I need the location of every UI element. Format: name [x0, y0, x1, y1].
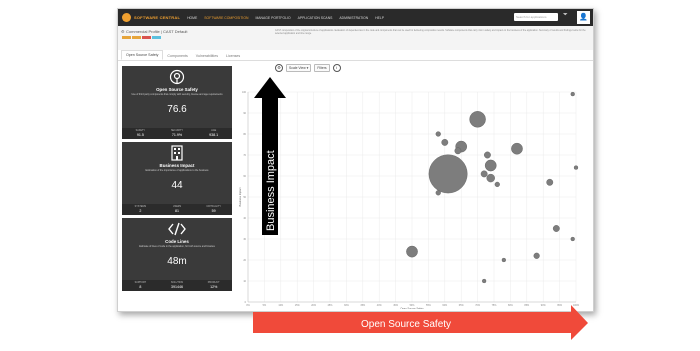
x-axis-annotation: Open Source Safety — [253, 305, 588, 340]
x-arrow-label: Open Source Safety — [361, 319, 451, 330]
